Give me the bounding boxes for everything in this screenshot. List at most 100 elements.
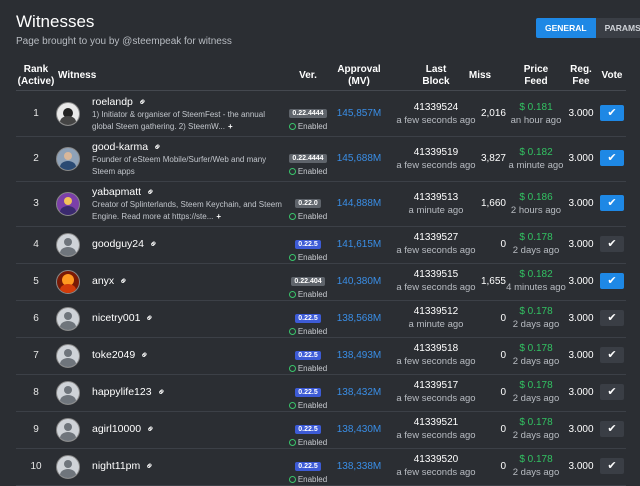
col-miss[interactable]: Miss xyxy=(464,70,496,82)
avatar[interactable] xyxy=(56,233,80,257)
col-reg-label: Reg. xyxy=(570,64,592,75)
col-reg-fee[interactable]: Reg. Fee xyxy=(566,64,596,88)
version: 0.22.5 Enabled xyxy=(288,418,328,447)
miss-value: 2,016 xyxy=(480,108,506,119)
avatar[interactable] xyxy=(56,344,80,368)
vote-button[interactable]: ✔ xyxy=(600,421,624,437)
witness-name-text[interactable]: toke2049 xyxy=(92,349,135,361)
link-icon[interactable]: ⚭ xyxy=(155,386,169,400)
vote-button[interactable]: ✔ xyxy=(600,105,624,121)
avatar[interactable] xyxy=(56,381,80,405)
link-icon[interactable]: ⚭ xyxy=(144,423,158,437)
vote-button[interactable]: ✔ xyxy=(600,384,624,400)
approval-value[interactable]: 138,432M xyxy=(334,387,384,398)
witnesses-page: Witnesses Page brought to you by @steemp… xyxy=(0,0,640,486)
approval-value[interactable]: 145,688M xyxy=(334,153,384,164)
price-time: 2 days ago xyxy=(512,467,560,478)
tab-params[interactable]: PARAMS xyxy=(595,18,640,38)
col-price-feed[interactable]: Price Feed xyxy=(506,64,566,88)
check-icon: ✔ xyxy=(607,423,617,435)
witness-name[interactable]: roelandp ⚭ xyxy=(92,96,150,110)
witness-name[interactable]: good-karma ⚭ xyxy=(92,141,165,155)
witness-name-text[interactable]: yabapmatt xyxy=(92,186,141,198)
approval-value[interactable]: 138,430M xyxy=(334,424,384,435)
desc-line-2: Engine. Read more at https://ste... xyxy=(92,212,214,221)
miss-value: 0 xyxy=(500,461,506,472)
witness-description: Founder of eSteem Mobile/Surfer/Web and … xyxy=(92,154,292,178)
price-time: 2 days ago xyxy=(512,245,560,256)
approval-value[interactable]: 138,338M xyxy=(334,461,384,472)
witness-name[interactable]: night11pm ⚭ xyxy=(92,460,158,474)
witness-name-text[interactable]: anyx xyxy=(92,275,114,287)
avatar[interactable] xyxy=(56,102,80,126)
vote-button[interactable]: ✔ xyxy=(600,310,624,326)
version-badge: 0.22.4444 xyxy=(289,154,327,163)
approval-value[interactable]: 138,568M xyxy=(334,313,384,324)
vote-button[interactable]: ✔ xyxy=(600,195,624,211)
avatar[interactable] xyxy=(56,270,80,294)
witness-name-text[interactable]: roelandp xyxy=(92,96,133,108)
witness-name[interactable]: toke2049 ⚭ xyxy=(92,349,153,363)
witness-name-text[interactable]: good-karma xyxy=(92,141,148,153)
expand-icon[interactable]: + xyxy=(228,122,233,131)
expand-icon[interactable]: + xyxy=(216,212,221,221)
check-icon: ✔ xyxy=(607,238,617,250)
witness-name[interactable]: yabapmatt ⚭ xyxy=(92,186,158,200)
price-value: $ 0.178 xyxy=(519,454,553,465)
link-icon[interactable]: ⚭ xyxy=(151,141,165,155)
check-icon: ✔ xyxy=(607,349,617,361)
col-approval[interactable]: Approval (MV) xyxy=(334,64,384,88)
table-row: 4 goodguy24 ⚭ 0.22.5 Enabled 141,615M 4133… xyxy=(16,227,626,264)
col-rank[interactable]: Rank (Active) xyxy=(16,64,56,88)
witness-name[interactable]: happylife123 ⚭ xyxy=(92,386,169,400)
tab-general[interactable]: GENERAL xyxy=(536,18,596,38)
price-feed: $ 0.178 2 days ago xyxy=(506,417,566,441)
vote-button[interactable]: ✔ xyxy=(600,150,624,166)
witness-name-text[interactable]: happylife123 xyxy=(92,386,152,398)
avatar[interactable] xyxy=(56,418,80,442)
miss-value: 3,827 xyxy=(480,153,506,164)
link-icon[interactable]: ⚭ xyxy=(144,186,158,200)
witness-name-text[interactable]: nicetry001 xyxy=(92,312,140,324)
vote-button[interactable]: ✔ xyxy=(600,458,624,474)
vote-button[interactable]: ✔ xyxy=(600,347,624,363)
check-icon: ✔ xyxy=(607,275,617,287)
approval-value[interactable]: 140,380M xyxy=(334,276,384,287)
col-witness[interactable]: Witness xyxy=(58,70,96,82)
witness-name-text[interactable]: agirl10000 xyxy=(92,423,141,435)
reg-fee-value: 3.000 xyxy=(568,424,594,435)
witness-name[interactable]: anyx ⚭ xyxy=(92,275,132,289)
approval-value[interactable]: 141,615M xyxy=(334,239,384,250)
witness-name[interactable]: goodguy24 ⚭ xyxy=(92,238,161,252)
avatar[interactable] xyxy=(56,455,80,479)
approval-value[interactable]: 145,857M xyxy=(334,108,384,119)
avatar[interactable] xyxy=(56,192,80,216)
col-ver[interactable]: Ver. xyxy=(288,70,328,82)
vote-button[interactable]: ✔ xyxy=(600,273,624,289)
avatar[interactable] xyxy=(56,307,80,331)
price-feed: $ 0.178 2 days ago xyxy=(506,343,566,367)
link-icon[interactable]: ⚭ xyxy=(118,275,132,289)
miss-value: 0 xyxy=(500,313,506,324)
witness-name[interactable]: agirl10000 ⚭ xyxy=(92,423,158,437)
table-row: 3 yabapmatt ⚭ Creator of Splinterlands, S… xyxy=(16,182,626,227)
approval-value[interactable]: 138,493M xyxy=(334,350,384,361)
witness-name-text[interactable]: goodguy24 xyxy=(92,238,144,250)
link-icon[interactable]: ⚭ xyxy=(144,312,158,326)
link-icon[interactable]: ⚭ xyxy=(136,96,150,110)
witness-name-text[interactable]: night11pm xyxy=(92,460,140,472)
price-feed: $ 0.178 2 days ago xyxy=(506,232,566,256)
witness-name[interactable]: nicetry001 ⚭ xyxy=(92,312,158,326)
link-icon[interactable]: ⚭ xyxy=(144,460,158,474)
link-icon[interactable]: ⚭ xyxy=(139,349,153,363)
view-tabs: GENERAL PARAMS xyxy=(536,18,640,38)
vote-button[interactable]: ✔ xyxy=(600,236,624,252)
link-icon[interactable]: ⚭ xyxy=(147,238,161,252)
reg-fee-value: 3.000 xyxy=(568,276,594,287)
status-label: Enabled xyxy=(297,290,328,299)
miss-value: 0 xyxy=(500,424,506,435)
avatar[interactable] xyxy=(56,147,80,171)
approval-value[interactable]: 144,888M xyxy=(334,198,384,209)
page-subtitle: Page brought to you by @steempeak for wi… xyxy=(16,36,232,47)
miss-value: 1,660 xyxy=(480,198,506,209)
